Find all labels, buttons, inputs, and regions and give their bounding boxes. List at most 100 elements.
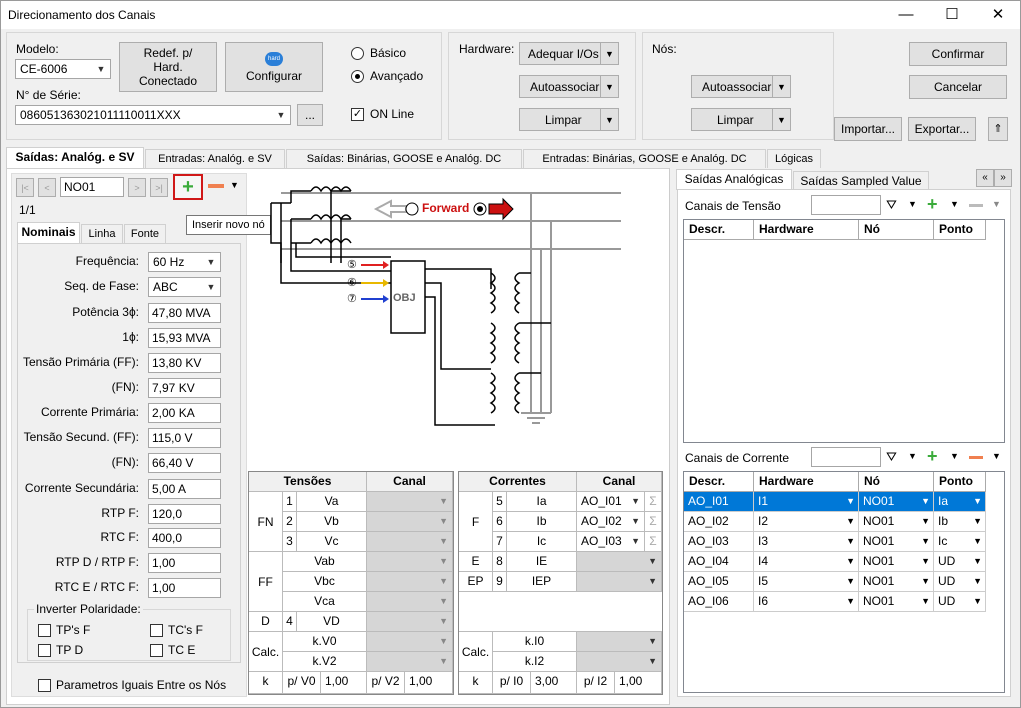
- grid-cell-hw[interactable]: I3 ▼: [754, 532, 859, 552]
- pi0-input[interactable]: 3,00: [531, 672, 577, 694]
- last-node-button[interactable]: >|: [150, 178, 168, 197]
- grid-cell-ponto[interactable]: UD ▼: [934, 552, 986, 572]
- pv0-input[interactable]: 1,00: [321, 672, 367, 694]
- scroll-left-icon[interactable]: «: [976, 169, 994, 187]
- grid-cell-no[interactable]: NO01 ▼: [859, 572, 934, 592]
- vd-channel-select[interactable]: ▼: [367, 612, 453, 632]
- grid-cell-descr[interactable]: AO_I03: [684, 532, 754, 552]
- grid-cell-no[interactable]: NO01 ▼: [859, 552, 934, 572]
- minimize-button[interactable]: —: [883, 1, 929, 29]
- grid-cell-descr[interactable]: AO_I02: [684, 512, 754, 532]
- filter-icon[interactable]: ⛛: [886, 449, 897, 465]
- add-node-icon[interactable]: +: [173, 174, 203, 200]
- tab-saidas-analogicas[interactable]: Saídas Analógicas: [676, 169, 792, 190]
- importar-button[interactable]: Importar...: [834, 117, 902, 141]
- serie-browse-button[interactable]: ...: [297, 104, 323, 126]
- grid-cell-hw[interactable]: I4 ▼: [754, 552, 859, 572]
- serie-select[interactable]: 086051363021011110011XXX ▼: [15, 105, 291, 125]
- tab-nominais[interactable]: Nominais: [17, 222, 80, 243]
- collapse-up-icon[interactable]: ⇑: [988, 117, 1008, 141]
- grid-cell-ponto[interactable]: Ia ▼: [934, 492, 986, 512]
- tc-e-checkbox[interactable]: [150, 644, 163, 657]
- grid-cell-no[interactable]: NO01 ▼: [859, 592, 934, 612]
- chevron-down-icon[interactable]: ▼: [600, 76, 618, 97]
- grid-cell-descr[interactable]: AO_I04: [684, 552, 754, 572]
- field-input[interactable]: 7,97 KV: [148, 378, 221, 398]
- remove-node-icon[interactable]: [208, 184, 224, 188]
- tab-saidas-sv[interactable]: Saídas Sampled Value: [793, 171, 929, 190]
- add-corrente-icon[interactable]: +: [927, 446, 938, 467]
- tab-saidas-binarias[interactable]: Saídas: Binárias, GOOSE e Analóg. DC: [286, 149, 522, 168]
- tp-d-checkbox[interactable]: [38, 644, 51, 657]
- field-select[interactable]: ABC ▼: [148, 277, 221, 297]
- chevron-down-icon[interactable]: ▼: [772, 109, 790, 130]
- current-channel-select[interactable]: AO_I02 ▼: [577, 512, 645, 532]
- grid-cell-ponto[interactable]: Ib ▼: [934, 512, 986, 532]
- sigma-icon[interactable]: Σ: [645, 532, 662, 552]
- va-channel-select[interactable]: ▼: [367, 492, 453, 512]
- ki2-channel-select[interactable]: ▼: [577, 652, 662, 672]
- field-select[interactable]: 60 Hz ▼: [148, 252, 221, 272]
- tab-logicas[interactable]: Lógicas: [767, 149, 821, 168]
- current-channel-select[interactable]: AO_I01 ▼: [577, 492, 645, 512]
- online-checkbox[interactable]: ✓: [351, 108, 364, 121]
- tc-f-checkbox[interactable]: [150, 624, 163, 637]
- scroll-right-icon[interactable]: »: [994, 169, 1012, 187]
- add-tensao-icon[interactable]: +: [927, 194, 938, 215]
- grid-cell-ponto[interactable]: UD ▼: [934, 592, 986, 612]
- sigma-icon[interactable]: Σ: [645, 512, 662, 532]
- maximize-button[interactable]: ☐: [929, 1, 975, 29]
- grid-cell-no[interactable]: NO01 ▼: [859, 492, 934, 512]
- ie-channel-select[interactable]: ▼: [577, 552, 662, 572]
- tab-entradas-binarias[interactable]: Entradas: Binárias, GOOSE e Analóg. DC: [523, 149, 766, 168]
- vc-channel-select[interactable]: ▼: [367, 532, 453, 552]
- tab-fonte[interactable]: Fonte: [124, 224, 166, 243]
- chevron-down-icon[interactable]: ▼: [230, 180, 239, 190]
- field-input[interactable]: 5,00 A: [148, 479, 221, 499]
- vab-channel-select[interactable]: ▼: [367, 552, 453, 572]
- grid-cell-ponto[interactable]: UD ▼: [934, 572, 986, 592]
- pi2-input[interactable]: 1,00: [615, 672, 662, 694]
- close-button[interactable]: ✕: [975, 1, 1021, 29]
- grid-cell-descr[interactable]: AO_I05: [684, 572, 754, 592]
- field-input[interactable]: 15,93 MVA: [148, 328, 221, 348]
- grid-cell-hw[interactable]: I5 ▼: [754, 572, 859, 592]
- tensao-filter-input[interactable]: [811, 195, 881, 215]
- modelo-select[interactable]: CE-6006 ▼: [15, 59, 111, 79]
- grid-cell-no[interactable]: NO01 ▼: [859, 532, 934, 552]
- filter-icon[interactable]: ⛛: [886, 197, 897, 213]
- grid-cell-hw[interactable]: I6 ▼: [754, 592, 859, 612]
- confirmar-button[interactable]: Confirmar: [909, 42, 1007, 66]
- grid-cell-no[interactable]: NO01 ▼: [859, 512, 934, 532]
- tp-f-checkbox[interactable]: [38, 624, 51, 637]
- ki0-channel-select[interactable]: ▼: [577, 632, 662, 652]
- avancado-radio[interactable]: [351, 70, 364, 83]
- adequar-button[interactable]: Adequar I/Os ▼: [519, 42, 619, 65]
- exportar-button[interactable]: Exportar...: [908, 117, 976, 141]
- grid-cell-ponto[interactable]: Ic ▼: [934, 532, 986, 552]
- current-channel-select[interactable]: AO_I03 ▼: [577, 532, 645, 552]
- field-input[interactable]: 13,80 KV: [148, 353, 221, 373]
- chevron-down-icon[interactable]: ▼: [772, 76, 790, 97]
- grid-cell-descr[interactable]: AO_I01: [684, 492, 754, 512]
- chevron-down-icon[interactable]: ▼: [992, 451, 1001, 461]
- basico-radio[interactable]: [351, 47, 364, 60]
- iep-channel-select[interactable]: ▼: [577, 572, 662, 592]
- prev-node-button[interactable]: <: [38, 178, 56, 197]
- grid-cell-hw[interactable]: I2 ▼: [754, 512, 859, 532]
- field-input[interactable]: 2,00 KA: [148, 403, 221, 423]
- remove-corrente-icon[interactable]: [969, 456, 983, 459]
- chevron-down-icon[interactable]: ▼: [908, 199, 917, 209]
- kv2-channel-select[interactable]: ▼: [367, 652, 453, 672]
- field-input[interactable]: 1,00: [148, 578, 221, 598]
- kv0-channel-select[interactable]: ▼: [367, 632, 453, 652]
- first-node-button[interactable]: |<: [16, 178, 34, 197]
- grid-cell-hw[interactable]: I1 ▼: [754, 492, 859, 512]
- chevron-down-icon[interactable]: ▼: [950, 199, 959, 209]
- node-name-input[interactable]: NO01: [60, 177, 124, 197]
- vb-channel-select[interactable]: ▼: [367, 512, 453, 532]
- pv2-input[interactable]: 1,00: [405, 672, 453, 694]
- parametros-checkbox[interactable]: [38, 679, 51, 692]
- field-input[interactable]: 66,40 V: [148, 453, 221, 473]
- nos-limpar-button[interactable]: Limpar ▼: [691, 108, 791, 131]
